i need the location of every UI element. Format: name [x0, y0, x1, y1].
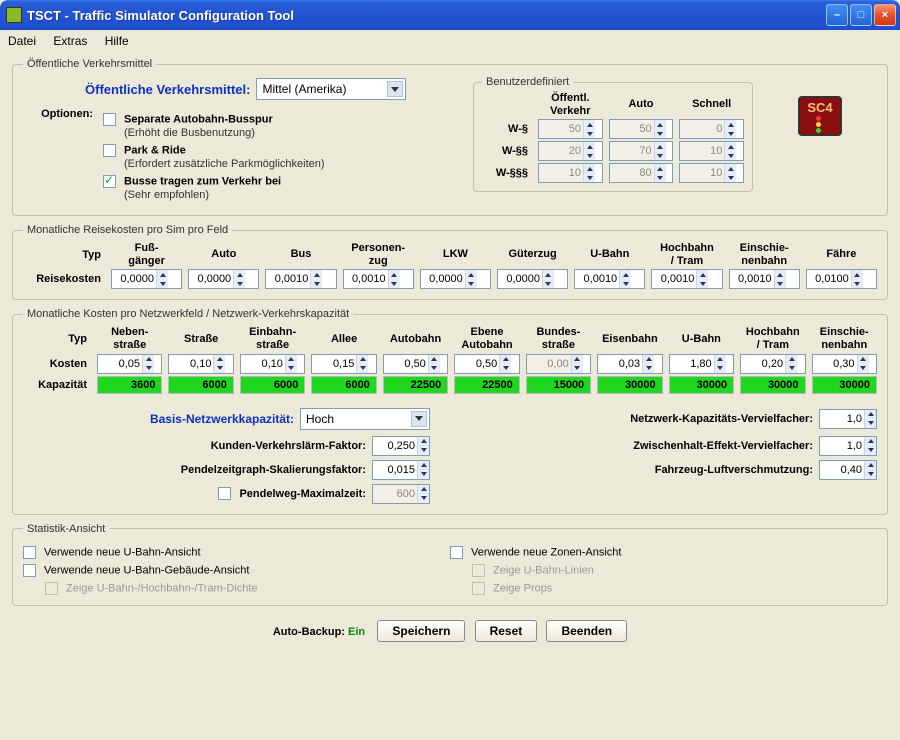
- value-spinner[interactable]: [383, 354, 448, 374]
- col-header: Eisenbahn: [597, 333, 662, 346]
- value-spinner[interactable]: [497, 269, 568, 289]
- col-header: Einbahn- straße: [240, 326, 305, 351]
- scale-spinner[interactable]: [372, 460, 430, 480]
- value-spinner[interactable]: [806, 269, 877, 289]
- col-header: Einschie- nenbahn: [812, 326, 877, 351]
- col-header: Bus: [265, 248, 336, 261]
- value-spinner[interactable]: [265, 269, 336, 289]
- app-icon: [6, 7, 22, 23]
- col-header: Fähre: [806, 248, 877, 261]
- value-spinner[interactable]: [526, 354, 591, 374]
- public-transport-legend: Öffentliche Verkehrsmittel: [23, 58, 156, 70]
- maxtime-spinner[interactable]: [372, 484, 430, 504]
- col-header: U-Bahn: [574, 248, 645, 261]
- stats-subway-bldg-checkbox[interactable]: [23, 564, 36, 577]
- value-spinner[interactable]: [651, 269, 722, 289]
- pollute-spinner[interactable]: [819, 460, 877, 480]
- col-header: Allee: [311, 333, 376, 346]
- auto-backup-status: Ein: [348, 626, 365, 638]
- opt-parkride-checkbox[interactable]: [103, 144, 116, 157]
- opt-busverkehr-checkbox[interactable]: [103, 175, 116, 188]
- value-spinner[interactable]: [168, 354, 233, 374]
- capacity-cell: 30000: [669, 376, 734, 394]
- value-spinner[interactable]: [574, 269, 645, 289]
- capacity-cell: 3600: [97, 376, 162, 394]
- basis-label: Basis-Netzwerkkapazität:: [150, 412, 294, 426]
- w1-auto-spinner[interactable]: [609, 119, 674, 139]
- col-header: Autobahn: [383, 333, 448, 346]
- capacity-cell: 30000: [812, 376, 877, 394]
- capacity-cell: 22500: [454, 376, 519, 394]
- save-button[interactable]: Speichern: [377, 620, 465, 642]
- stop-spinner[interactable]: [819, 436, 877, 456]
- value-spinner[interactable]: [343, 269, 414, 289]
- value-spinner[interactable]: [454, 354, 519, 374]
- capacity-cell: 22500: [383, 376, 448, 394]
- stats-props-checkbox: [472, 582, 485, 595]
- capacity-cell: 15000: [526, 376, 591, 394]
- stats-density-checkbox: [45, 582, 58, 595]
- reset-button[interactable]: Reset: [475, 620, 538, 642]
- col-header: Bundes- straße: [526, 326, 591, 351]
- value-spinner[interactable]: [729, 269, 800, 289]
- capacity-cell: 6000: [168, 376, 233, 394]
- col-header: Straße: [168, 333, 233, 346]
- value-spinner[interactable]: [240, 354, 305, 374]
- stats-zones-checkbox[interactable]: [450, 546, 463, 559]
- stats-group: Statistik-Ansicht Verwende neue U-Bahn-A…: [12, 523, 888, 606]
- value-spinner[interactable]: [420, 269, 491, 289]
- opt-busspur-checkbox[interactable]: [103, 113, 116, 126]
- stats-lines-checkbox: [472, 564, 485, 577]
- public-transport-group: Öffentliche Verkehrsmittel Öffentliche V…: [12, 58, 888, 216]
- col-header: Hochbahn / Tram: [740, 326, 805, 351]
- w1-transit-spinner[interactable]: [538, 119, 603, 139]
- w1-fast-spinner[interactable]: [679, 119, 744, 139]
- menubar: Datei Extras Hilfe: [0, 30, 900, 52]
- public-transport-select[interactable]: Mittel (Amerika): [256, 78, 406, 100]
- noise-spinner[interactable]: [372, 436, 430, 456]
- maximize-button[interactable]: □: [850, 4, 872, 26]
- value-spinner[interactable]: [669, 354, 734, 374]
- value-spinner[interactable]: [740, 354, 805, 374]
- sc4-logo-icon: SC4: [798, 96, 842, 136]
- col-header: Auto: [188, 248, 259, 261]
- window-title: TSCT - Traffic Simulator Configuration T…: [27, 8, 826, 23]
- custom-group: Benutzerdefiniert Öffentl. Verkehr Auto …: [473, 76, 753, 192]
- col-header: Ebene Autobahn: [454, 326, 519, 351]
- value-spinner[interactable]: [188, 269, 259, 289]
- chevron-down-icon: [387, 81, 403, 97]
- value-spinner[interactable]: [597, 354, 662, 374]
- maxtime-checkbox[interactable]: [218, 487, 231, 500]
- stats-subway-checkbox[interactable]: [23, 546, 36, 559]
- col-header: Hochbahn / Tram: [651, 242, 722, 267]
- basis-select[interactable]: Hoch: [300, 408, 430, 430]
- value-spinner[interactable]: [311, 354, 376, 374]
- mult-spinner[interactable]: [819, 409, 877, 429]
- travel-costs-group: Monatliche Reisekosten pro Sim pro Feld …: [12, 224, 888, 300]
- close-button[interactable]: ×: [874, 4, 896, 26]
- capacity-cell: 6000: [311, 376, 376, 394]
- capacity-cell: 30000: [597, 376, 662, 394]
- col-header: LKW: [420, 248, 491, 261]
- minimize-button[interactable]: –: [826, 4, 848, 26]
- col-header: Fuß- gänger: [111, 242, 182, 267]
- menu-file[interactable]: Datei: [8, 34, 36, 48]
- public-transport-label: Öffentliche Verkehrsmittel:: [85, 82, 250, 97]
- value-spinner[interactable]: [97, 354, 162, 374]
- capacity-cell: 30000: [740, 376, 805, 394]
- options-label: Optionen:: [23, 108, 103, 120]
- quit-button[interactable]: Beenden: [546, 620, 627, 642]
- network-costs-group: Monatliche Kosten pro Netzwerkfeld / Net…: [12, 308, 888, 514]
- col-header: Einschie- nenbahn: [729, 242, 800, 267]
- col-header: Personen- zug: [343, 242, 414, 267]
- menu-extras[interactable]: Extras: [53, 34, 87, 48]
- col-header: Neben- straße: [97, 326, 162, 351]
- capacity-cell: 6000: [240, 376, 305, 394]
- col-header: Güterzug: [497, 248, 568, 261]
- value-spinner[interactable]: [111, 269, 182, 289]
- col-header: U-Bahn: [669, 333, 734, 346]
- chevron-down-icon: [411, 411, 427, 427]
- value-spinner[interactable]: [812, 354, 877, 374]
- menu-help[interactable]: Hilfe: [105, 34, 129, 48]
